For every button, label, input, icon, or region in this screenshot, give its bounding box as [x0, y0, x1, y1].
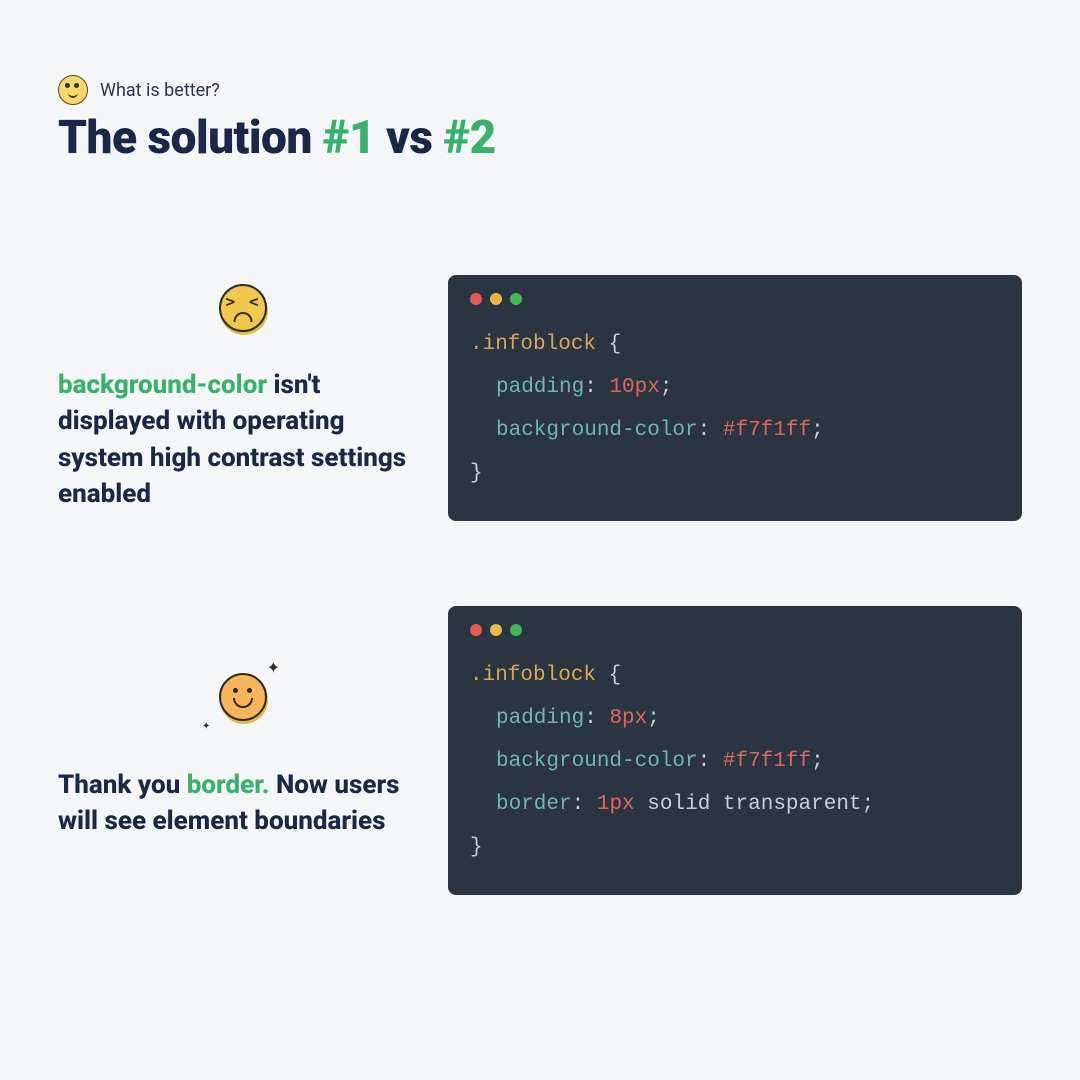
- header-row: What is better?: [58, 75, 1022, 105]
- maximize-dot-icon: [510, 293, 522, 305]
- title-hash2: #2: [443, 111, 495, 165]
- comparison-section-1: background-color isn't displayed with op…: [58, 275, 1022, 521]
- comparison-section-2: ✦ ✦ Thank you border. Now users will see…: [58, 606, 1022, 895]
- code-line: .infoblock {: [470, 654, 1000, 697]
- minimize-dot-icon: [490, 624, 502, 636]
- sparkle-icon: ✦: [202, 721, 210, 732]
- subtitle: What is better?: [100, 80, 220, 101]
- code-line: border: 1px solid transparent;: [470, 783, 1000, 826]
- code-window-1: .infoblock { padding: 10px; background-c…: [448, 275, 1022, 521]
- code-line: background-color: #f7f1ff;: [470, 740, 1000, 783]
- code-line: background-color: #f7f1ff;: [470, 409, 1000, 452]
- code-line: padding: 8px;: [470, 697, 1000, 740]
- code-line: }: [470, 826, 1000, 869]
- sparkles-wrap: ✦ ✦: [208, 662, 278, 732]
- code-line: .infoblock {: [470, 323, 1000, 366]
- section1-left: background-color isn't displayed with op…: [58, 284, 428, 513]
- emoji-wrap-2: ✦ ✦: [58, 662, 428, 732]
- section1-description: background-color isn't displayed with op…: [58, 367, 428, 513]
- section2-left: ✦ ✦ Thank you border. Now users will see…: [58, 662, 428, 840]
- title-hash1: #1: [323, 111, 375, 165]
- section1-highlight: background-color: [58, 370, 267, 400]
- section2-highlight: border.: [187, 770, 270, 800]
- close-dot-icon: [470, 293, 482, 305]
- close-dot-icon: [470, 624, 482, 636]
- sparkle-icon: ✦: [267, 658, 280, 677]
- window-controls: [470, 293, 1000, 305]
- code-line: }: [470, 452, 1000, 495]
- code-line: padding: 10px;: [470, 366, 1000, 409]
- smiling-face-icon: [219, 673, 267, 721]
- minimize-dot-icon: [490, 293, 502, 305]
- code-window-2: .infoblock { padding: 8px; background-co…: [448, 606, 1022, 895]
- page-title: The solution #1 vs #2: [58, 111, 1022, 165]
- title-mid: vs: [375, 111, 443, 165]
- section2-description: Thank you border. Now users will see ele…: [58, 767, 428, 840]
- title-part1: The solution: [58, 111, 323, 165]
- thinking-face-icon: [58, 75, 88, 105]
- emoji-wrap-1: [58, 284, 428, 332]
- section2-pre: Thank you: [58, 770, 187, 800]
- maximize-dot-icon: [510, 624, 522, 636]
- window-controls: [470, 624, 1000, 636]
- weary-face-icon: [219, 284, 267, 332]
